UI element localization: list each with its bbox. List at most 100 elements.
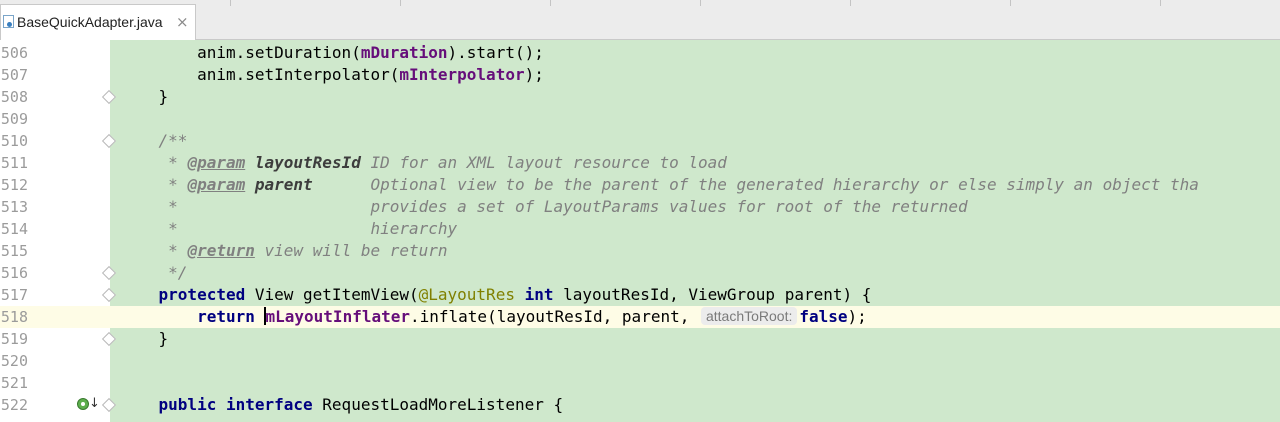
line-number: 514 (0, 220, 28, 238)
code-line[interactable]: 520 (0, 350, 1280, 372)
code-token: */ (120, 263, 188, 282)
code-line-current[interactable]: 518 return mLayoutInflater.inflate(layou… (0, 306, 1280, 328)
code-token: View getItemView( (245, 285, 419, 304)
down-arrow-icon: ↓ (89, 396, 100, 411)
code-token: protected (120, 285, 246, 304)
code-line[interactable]: 519 } (0, 328, 1280, 350)
code-line[interactable]: 510 /** (0, 130, 1280, 152)
code-token: ID for an XML layout resource to load (360, 153, 727, 172)
code-token: @param (187, 175, 246, 194)
java-file-icon (3, 15, 14, 28)
code-text: } (120, 86, 169, 108)
code-token: ); (847, 307, 867, 326)
fold-marker-icon[interactable] (101, 397, 117, 413)
code-token: layoutResId, ViewGroup parent) { (553, 285, 872, 304)
code-text: * @param layoutResId ID for an XML layou… (120, 152, 727, 174)
code-token: * (120, 153, 188, 172)
tab-basequickadapter[interactable]: BaseQuickAdapter.java × (0, 4, 196, 40)
line-number: 516 (0, 264, 28, 282)
code-token: return (120, 307, 255, 326)
code-text: * @return view will be return (120, 240, 448, 262)
code-token: } (120, 87, 169, 106)
code-token: } (120, 329, 169, 348)
fold-marker-icon[interactable] (101, 331, 117, 347)
code-token: * hierarchy (120, 219, 458, 238)
code-token: anim.setDuration( (120, 43, 361, 62)
line-number: 521 (0, 374, 28, 392)
line-number: 517 (0, 286, 28, 304)
code-token: false (799, 307, 848, 326)
code-token: mDuration (360, 43, 448, 62)
line-number: 518 (0, 308, 28, 326)
tab-label: BaseQuickAdapter.java (17, 14, 163, 30)
code-token: RequestLoadMoreListener { (312, 395, 564, 414)
fold-marker-icon[interactable] (101, 287, 117, 303)
code-token: mInterpolator (399, 65, 525, 84)
code-line[interactable]: 512 * @param parent Optional view to be … (0, 174, 1280, 196)
code-line[interactable]: 514 * hierarchy (0, 218, 1280, 240)
editor-tab-bar: BaseQuickAdapter.java × (0, 0, 1280, 40)
close-tab-icon[interactable]: × (176, 13, 189, 31)
code-text: return mLayoutInflater.inflate(layoutRes… (120, 306, 867, 328)
code-line[interactable]: 516 */ (0, 262, 1280, 284)
code-line[interactable]: 513 * provides a set of LayoutParams val… (0, 196, 1280, 218)
code-token: layoutResId (254, 153, 361, 172)
line-number: 508 (0, 88, 28, 106)
code-text: */ (120, 262, 187, 284)
code-line[interactable]: 509 (0, 108, 1280, 130)
line-number: 511 (0, 154, 28, 172)
code-token: int (524, 285, 554, 304)
line-number: 507 (0, 66, 28, 84)
code-token: ); (524, 65, 544, 84)
code-token: view will be return (254, 241, 448, 260)
implemented-gutter-icon[interactable] (77, 398, 89, 410)
line-number: 506 (0, 44, 28, 62)
fold-marker-icon[interactable] (101, 265, 117, 281)
code-token: anim.setInterpolator( (120, 65, 400, 84)
code-token: @param (187, 153, 246, 172)
code-text: /** (120, 130, 188, 152)
code-token: ).start(); (447, 43, 544, 62)
code-token: * (120, 175, 188, 194)
fold-marker-icon[interactable] (101, 133, 117, 149)
code-line[interactable]: 515 * @return view will be return (0, 240, 1280, 262)
line-number: 513 (0, 198, 28, 216)
code-token: * provides a set of LayoutParams values … (120, 197, 968, 216)
code-token: /** (120, 131, 188, 150)
code-token: @return (187, 241, 255, 260)
line-number: 522 (0, 396, 28, 414)
code-line[interactable]: 521 (0, 372, 1280, 394)
code-token: parent (254, 175, 313, 194)
code-token: Optional view to be the parent of the ge… (312, 175, 1199, 194)
code-text: } (120, 328, 169, 350)
fold-marker-icon[interactable] (101, 89, 117, 105)
code-token: mLayoutInflater (265, 307, 411, 326)
line-number: 519 (0, 330, 28, 348)
line-number: 512 (0, 176, 28, 194)
code-line[interactable]: 517 protected View getItemView(@LayoutRe… (0, 284, 1280, 306)
code-line[interactable]: 508 } (0, 86, 1280, 108)
code-line[interactable]: 522 ↓ public interface RequestLoadMoreLis… (0, 394, 1280, 416)
line-number: 515 (0, 242, 28, 260)
code-token: public interface (120, 395, 313, 414)
code-text: anim.setDuration(mDuration).start(); (120, 42, 544, 64)
line-number: 520 (0, 352, 28, 370)
code-text: public interface RequestLoadMoreListener… (120, 394, 564, 416)
code-token: * (120, 241, 188, 260)
code-line[interactable]: 511 * @param layoutResId ID for an XML l… (0, 152, 1280, 174)
line-number: 509 (0, 110, 28, 128)
code-token: .inflate(layoutResId, parent, (410, 307, 699, 326)
code-token: @LayoutRes (418, 285, 515, 304)
code-text: protected View getItemView(@LayoutRes in… (120, 284, 872, 306)
code-text: anim.setInterpolator(mInterpolator); (120, 64, 544, 86)
parameter-hint: attachToRoot: (700, 307, 798, 325)
code-line[interactable]: 506 anim.setDuration(mDuration).start(); (0, 42, 1280, 64)
code-text: * provides a set of LayoutParams values … (120, 196, 968, 218)
code-text: * hierarchy (120, 218, 457, 240)
code-text: * @param parent Optional view to be the … (120, 174, 1199, 196)
line-number: 510 (0, 132, 28, 150)
code-line[interactable]: 507 anim.setInterpolator(mInterpolator); (0, 64, 1280, 86)
